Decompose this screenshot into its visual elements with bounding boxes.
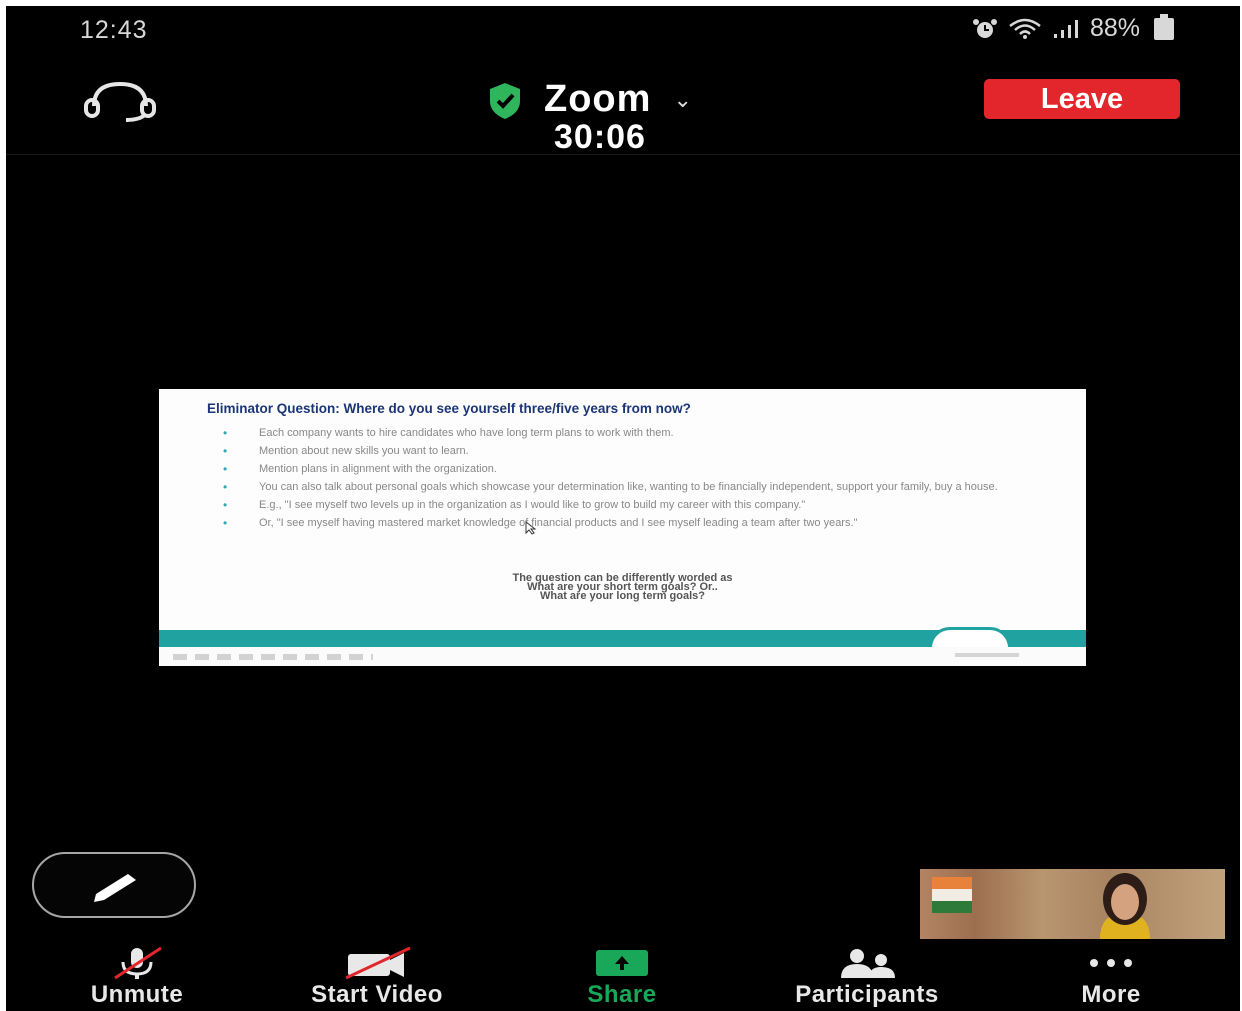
more-label: More: [1081, 981, 1141, 1008]
flag-image: [932, 877, 972, 913]
alarm-icon: [972, 18, 997, 38]
slide-question-line: What are your long term goals?: [539, 590, 706, 602]
leave-button[interactable]: Leave: [984, 79, 1180, 119]
share-label: Share: [587, 981, 657, 1008]
meeting-timer: 30:06: [554, 118, 646, 156]
mic-muted-icon: [114, 946, 162, 980]
shield-check-icon: [490, 82, 520, 119]
annotate-button[interactable]: [32, 852, 196, 918]
battery-icon: [1154, 13, 1174, 40]
more-dots-icon: [1090, 959, 1132, 967]
video-off-icon: [345, 946, 411, 980]
share-arrow-icon: [596, 950, 648, 976]
unmute-label: Unmute: [90, 981, 184, 1008]
unmute-button[interactable]: Unmute: [62, 946, 212, 1011]
slide-question-note: The question can be differently worded a…: [159, 573, 1086, 602]
slide-controls: [173, 654, 373, 660]
slide-bullet: Mention about new skills you want to lea…: [223, 446, 1023, 457]
slide-bullet: Mention plans in alignment with the orga…: [223, 464, 1023, 475]
status-icons: 88%: [972, 13, 1174, 43]
participants-icon: [841, 949, 895, 978]
slide-bullet: E.g., "I see myself two levels up in the…: [223, 500, 1023, 511]
headphones-icon[interactable]: [80, 80, 160, 122]
signal-icon: [1053, 19, 1078, 38]
status-time: 12:43: [80, 16, 148, 44]
participants-button[interactable]: Participants: [752, 946, 982, 1011]
shared-screen-slide[interactable]: Eliminator Question: Where do you see yo…: [159, 389, 1086, 666]
meeting-toolbar: Unmute Start Video Share Participants Mo…: [6, 946, 1240, 1011]
chevron-down-icon: ⌄: [673, 86, 692, 112]
wifi-icon: [1009, 18, 1041, 39]
slide-bullet: Or, "I see myself having mastered market…: [223, 518, 1023, 529]
meeting-title: Zoom: [544, 78, 652, 120]
more-button[interactable]: More: [1056, 946, 1166, 1011]
battery-percent: 88%: [1089, 14, 1140, 42]
start-video-label: Start Video: [311, 981, 443, 1008]
header-divider: [6, 154, 1240, 155]
slide-bullet-list: Each company wants to hire candidates wh…: [223, 428, 1023, 537]
slide-title: Eliminator Question: Where do you see yo…: [207, 401, 691, 416]
share-button[interactable]: Share: [562, 946, 682, 1011]
zoom-meeting-screen: 12:43 88% Zoom ⌄ 30:06 Leave Eliminator …: [6, 6, 1240, 1011]
start-video-button[interactable]: Start Video: [272, 946, 482, 1011]
cursor-icon: [525, 521, 537, 535]
participant-avatar: [1100, 873, 1150, 939]
participants-label: Participants: [795, 981, 939, 1008]
meeting-title-button[interactable]: Zoom ⌄: [484, 78, 692, 121]
pencil-icon: [94, 874, 136, 902]
self-video-thumbnail[interactable]: [920, 869, 1225, 939]
slide-footer-text: [955, 653, 1019, 657]
slide-bullet: You can also talk about personal goals w…: [223, 482, 1023, 493]
slide-bullet: Each company wants to hire candidates wh…: [223, 428, 1023, 439]
